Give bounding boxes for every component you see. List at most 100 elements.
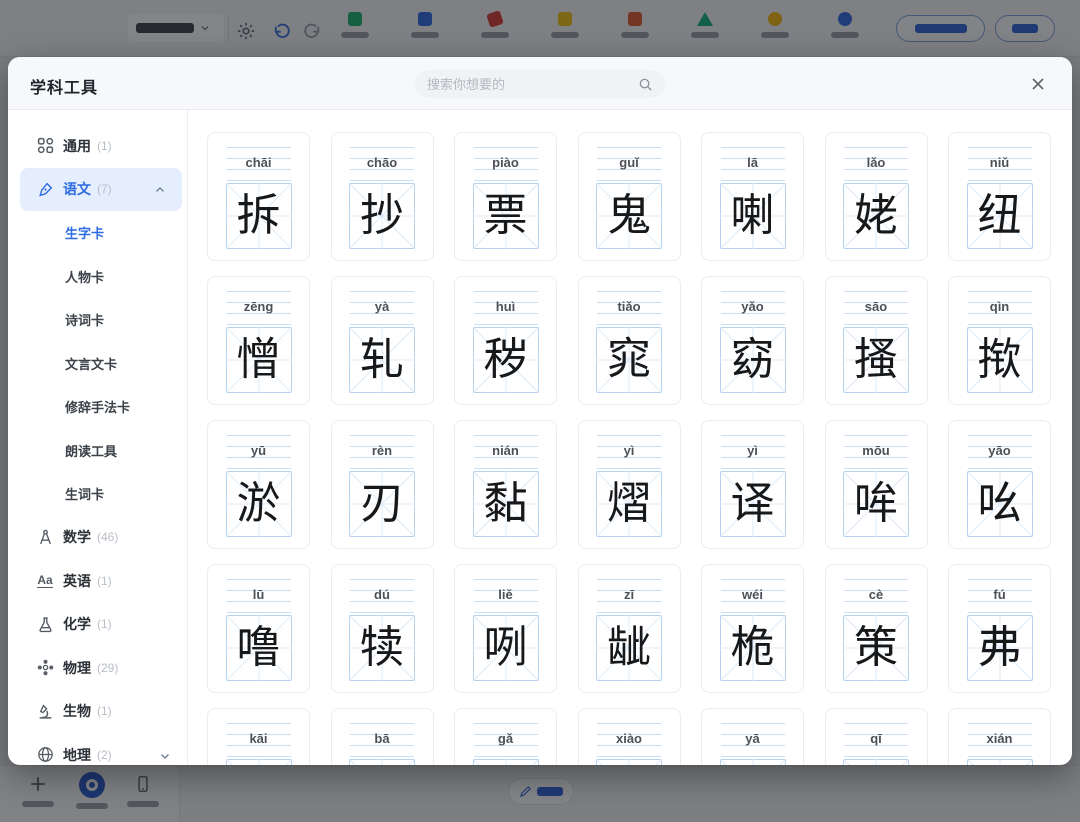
sidebar-item-physics[interactable]: 物理(29) (8, 646, 187, 690)
sidebar-subitem-wenyanwen-card[interactable]: 文言文卡 (8, 342, 187, 386)
rice-grid: 噜 (226, 615, 292, 681)
sidebar-item-count: (1) (97, 704, 112, 718)
sidebar-item-count: (1) (97, 617, 112, 631)
character-text: 纽 (967, 183, 1033, 249)
character-card[interactable]: bā (331, 708, 434, 765)
pinyin-grid: yì (597, 435, 661, 468)
pinyin-text: zī (597, 577, 661, 612)
sidebar-subitem-label: 人物卡 (65, 267, 104, 286)
character-card[interactable]: niǔ 纽 (948, 132, 1051, 261)
sidebar-item-count: (29) (97, 661, 118, 675)
pinyin-text: qìn (968, 289, 1032, 324)
sidebar-item-english[interactable]: Aa英语(1) (8, 559, 187, 603)
character-card[interactable]: zī 龇 (578, 564, 681, 693)
sidebar-subitem-xiuci-card[interactable]: 修辞手法卡 (8, 385, 187, 429)
chevron-up-icon[interactable] (154, 183, 166, 195)
character-card[interactable]: tiǎo 窕 (578, 276, 681, 405)
character-card[interactable]: fú 弗 (948, 564, 1051, 693)
character-card[interactable]: chāo 抄 (331, 132, 434, 261)
pinyin-text: fú (968, 577, 1032, 612)
close-icon[interactable] (1030, 76, 1046, 92)
character-text: 秽 (473, 327, 539, 393)
sidebar-subitem-label: 修辞手法卡 (65, 397, 130, 416)
pinyin-text: nián (474, 433, 538, 468)
pinyin-text: sāo (844, 289, 908, 324)
rice-grid: 揿 (967, 327, 1033, 393)
pinyin-text: lā (721, 145, 785, 180)
character-card[interactable]: dú 犊 (331, 564, 434, 693)
character-card[interactable]: chāi 拆 (207, 132, 310, 261)
character-card[interactable]: yà 轧 (331, 276, 434, 405)
sidebar-subitem-shici-card[interactable]: 诗词卡 (8, 298, 187, 342)
character-card[interactable]: zēng 憎 (207, 276, 310, 405)
sidebar-subitem-renwu-card[interactable]: 人物卡 (8, 255, 187, 299)
sidebar-subitem-langdu-tool[interactable]: 朗读工具 (8, 429, 187, 473)
character-card[interactable]: guǐ 鬼 (578, 132, 681, 261)
character-text (473, 759, 539, 765)
character-card[interactable]: qìn 揿 (948, 276, 1051, 405)
sidebar-subitem-shengzi-card[interactable]: 生字卡 (8, 211, 187, 255)
character-text: 淤 (226, 471, 292, 537)
compass-icon (36, 528, 54, 546)
character-card[interactable]: piào 票 (454, 132, 557, 261)
character-card[interactable]: cè 策 (825, 564, 928, 693)
character-text: 噜 (226, 615, 292, 681)
character-card[interactable]: mōu 哞 (825, 420, 928, 549)
pinyin-text: zēng (227, 289, 291, 324)
pinyin-text: liě (474, 577, 538, 612)
character-card[interactable]: huì 秽 (454, 276, 557, 405)
pinyin-text: yā (721, 721, 785, 756)
character-card[interactable]: wéi 桅 (701, 564, 804, 693)
sidebar-item-geography[interactable]: 地理(2) (8, 733, 187, 765)
character-text: 鬼 (596, 183, 662, 249)
character-card[interactable]: yāo 吆 (948, 420, 1051, 549)
sidebar-item-chemistry[interactable]: 化学(1) (8, 603, 187, 647)
sidebar-item-biology[interactable]: 生物(1) (8, 690, 187, 734)
character-card[interactable]: nián 黏 (454, 420, 557, 549)
pinyin-grid: yāo (968, 435, 1032, 468)
sidebar-item-general[interactable]: 通用(1) (8, 124, 187, 168)
pinyin-grid: niǔ (968, 147, 1032, 180)
pinyin-grid: sāo (844, 291, 908, 324)
pinyin-text: yū (227, 433, 291, 468)
character-card[interactable]: liě 咧 (454, 564, 557, 693)
character-card[interactable]: kāi (207, 708, 310, 765)
search-icon[interactable] (638, 77, 653, 92)
rice-grid: 熠 (596, 471, 662, 537)
character-card[interactable]: lū 噜 (207, 564, 310, 693)
sidebar-subitem-label: 诗词卡 (65, 310, 104, 329)
pinyin-text: xiào (597, 721, 661, 756)
chevron-down-icon[interactable] (159, 749, 171, 761)
character-card[interactable]: lǎo 姥 (825, 132, 928, 261)
pinyin-grid: dú (350, 579, 414, 612)
search-bar[interactable] (415, 70, 665, 98)
sidebar-item-math[interactable]: 数学(46) (8, 516, 187, 560)
character-card[interactable]: xián (948, 708, 1051, 765)
character-card[interactable]: xiào (578, 708, 681, 765)
rice-grid: 译 (720, 471, 786, 537)
rice-grid (349, 759, 415, 765)
character-card[interactable]: yì 译 (701, 420, 804, 549)
character-card[interactable]: qī (825, 708, 928, 765)
character-card[interactable]: sāo 搔 (825, 276, 928, 405)
pinyin-grid: yì (721, 435, 785, 468)
character-text (843, 759, 909, 765)
character-card[interactable]: rèn 刃 (331, 420, 434, 549)
search-input[interactable] (427, 77, 638, 92)
sidebar-subitem-label: 朗读工具 (65, 441, 117, 460)
sidebar-item-count: (7) (97, 182, 112, 196)
sidebar-item-chinese[interactable]: 语文(7) (20, 168, 182, 212)
pinyin-grid: lū (227, 579, 291, 612)
flask-icon (36, 615, 54, 633)
sidebar-subitem-shengci-card[interactable]: 生词卡 (8, 472, 187, 516)
character-card[interactable]: yā (701, 708, 804, 765)
character-text: 黏 (473, 471, 539, 537)
character-text: 抄 (349, 183, 415, 249)
character-card[interactable]: yū 淤 (207, 420, 310, 549)
character-card[interactable]: yǎo 窈 (701, 276, 804, 405)
character-card[interactable]: yì 熠 (578, 420, 681, 549)
pinyin-text: yāo (968, 433, 1032, 468)
character-card[interactable]: lā 喇 (701, 132, 804, 261)
pinyin-text: huì (474, 289, 538, 324)
character-card[interactable]: gǎ (454, 708, 557, 765)
